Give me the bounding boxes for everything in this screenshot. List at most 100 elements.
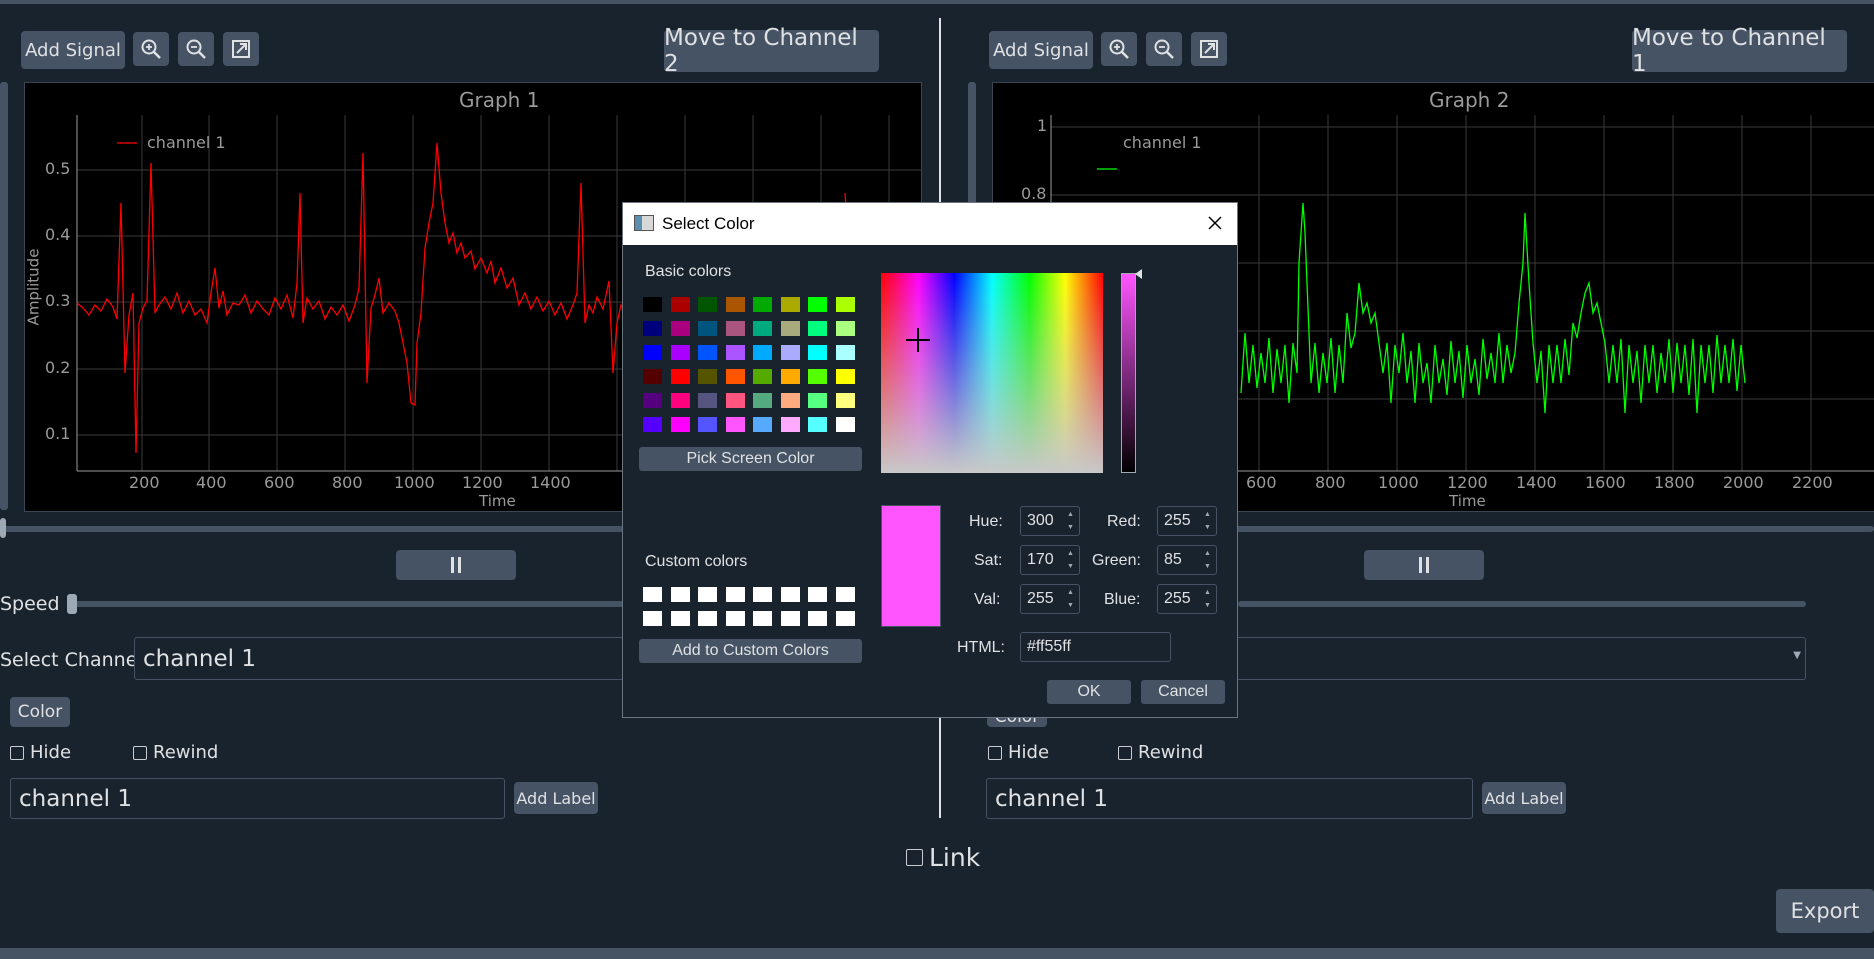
basic-color-swatch[interactable] <box>780 297 800 312</box>
basic-color-swatch[interactable] <box>670 345 690 360</box>
hide-checkbox-left[interactable]: Hide <box>10 742 71 763</box>
custom-color-swatch[interactable] <box>780 611 800 626</box>
val-spinbox[interactable]: 255 ▲ ▼ <box>1020 584 1080 614</box>
basic-color-swatch[interactable] <box>835 369 855 384</box>
basic-color-swatch[interactable] <box>725 345 745 360</box>
speed-slider-handle-left[interactable] <box>67 594 77 614</box>
spin-down-icon[interactable]: ▼ <box>1204 524 1214 532</box>
custom-color-swatch[interactable] <box>698 611 717 626</box>
spin-up-icon[interactable]: ▲ <box>1204 511 1214 519</box>
basic-color-swatch[interactable] <box>835 321 855 336</box>
select-channel-combo-left[interactable]: channel 1 <box>134 637 624 680</box>
hue-saturation-picker[interactable] <box>881 273 1103 473</box>
move-to-channel-1-button[interactable]: Move to Channel 1 <box>1632 25 1847 77</box>
speed-slider-left[interactable] <box>70 601 625 607</box>
basic-color-swatch[interactable] <box>808 345 827 360</box>
basic-color-swatch[interactable] <box>808 321 827 336</box>
red-spinbox[interactable]: 255 ▲ ▼ <box>1157 506 1217 536</box>
basic-color-swatch[interactable] <box>753 417 772 432</box>
label-input-right[interactable]: channel 1 <box>986 778 1473 819</box>
custom-color-swatch[interactable] <box>698 587 717 602</box>
basic-color-swatch[interactable] <box>725 321 745 336</box>
basic-color-swatch[interactable] <box>725 393 745 408</box>
bottom-scrollbar[interactable] <box>0 948 1874 959</box>
custom-color-swatch[interactable] <box>780 587 800 602</box>
zoom-in-icon-right[interactable] <box>1101 32 1137 66</box>
basic-color-swatch[interactable] <box>725 417 745 432</box>
rewind-checkbox-box-right[interactable] <box>1118 745 1132 760</box>
value-slider-arrow-icon[interactable] <box>1135 269 1142 279</box>
basic-color-swatch[interactable] <box>698 369 717 384</box>
value-slider[interactable] <box>1121 273 1136 473</box>
hue-spinbox[interactable]: 300 ▲ ▼ <box>1020 506 1080 536</box>
basic-color-swatch[interactable] <box>698 321 717 336</box>
basic-color-swatch[interactable] <box>643 297 662 312</box>
cancel-button[interactable]: Cancel <box>1141 680 1225 704</box>
basic-color-swatch[interactable] <box>643 345 662 360</box>
custom-color-swatch[interactable] <box>725 611 745 626</box>
basic-color-swatch[interactable] <box>753 393 772 408</box>
color-button-left[interactable]: Color <box>10 697 70 727</box>
basic-color-swatch[interactable] <box>808 369 827 384</box>
green-spinbox[interactable]: 85 ▲ ▼ <box>1157 545 1217 575</box>
pause-button-left[interactable] <box>396 550 516 580</box>
basic-color-swatch[interactable] <box>725 297 745 312</box>
custom-color-swatch[interactable] <box>753 611 772 626</box>
basic-color-swatch[interactable] <box>698 345 717 360</box>
basic-color-swatch[interactable] <box>780 393 800 408</box>
move-to-channel-2-button[interactable]: Move to Channel 2 <box>664 25 879 77</box>
custom-color-swatch[interactable] <box>835 587 855 602</box>
speed-slider-right[interactable] <box>1238 601 1806 607</box>
spin-up-icon[interactable]: ▲ <box>1204 550 1214 558</box>
select-channel-combo-right[interactable]: ▼ <box>1236 637 1806 680</box>
custom-color-swatch[interactable] <box>670 587 690 602</box>
add-to-custom-colors-button[interactable]: Add to Custom Colors <box>639 639 862 663</box>
basic-color-swatch[interactable] <box>835 393 855 408</box>
pause-button-right[interactable] <box>1364 550 1484 580</box>
spin-down-icon[interactable]: ▼ <box>1204 563 1214 571</box>
basic-color-swatch[interactable] <box>808 393 827 408</box>
rewind-checkbox-right[interactable]: Rewind <box>1118 742 1203 763</box>
basic-color-swatch[interactable] <box>670 417 690 432</box>
export-button[interactable]: Export <box>1776 889 1874 933</box>
basic-color-swatch[interactable] <box>808 417 827 432</box>
spin-down-icon[interactable]: ▼ <box>1067 602 1077 610</box>
custom-color-swatch[interactable] <box>643 611 662 626</box>
left-vertical-scrollbar[interactable] <box>0 82 8 510</box>
zoom-out-icon-right[interactable] <box>1146 32 1182 66</box>
rewind-checkbox-left[interactable]: Rewind <box>133 742 218 763</box>
basic-color-swatch[interactable] <box>643 417 662 432</box>
basic-color-swatch[interactable] <box>808 297 827 312</box>
link-checkbox-box[interactable] <box>906 849 923 866</box>
label-input-left[interactable]: channel 1 <box>10 778 505 819</box>
basic-color-swatch[interactable] <box>753 345 772 360</box>
spin-down-icon[interactable]: ▼ <box>1067 524 1077 532</box>
rewind-checkbox-box-left[interactable] <box>133 745 147 760</box>
basic-color-swatch[interactable] <box>725 369 745 384</box>
custom-color-swatch[interactable] <box>753 587 772 602</box>
zoom-in-icon-left[interactable] <box>133 32 169 66</box>
custom-color-swatch[interactable] <box>725 587 745 602</box>
basic-color-swatch[interactable] <box>698 297 717 312</box>
zoom-out-icon-left[interactable] <box>178 32 214 66</box>
add-label-button-left[interactable]: Add Label <box>514 782 598 814</box>
custom-color-swatch[interactable] <box>808 587 827 602</box>
hide-checkbox-right[interactable]: Hide <box>988 742 1049 763</box>
add-signal-button-left[interactable]: Add Signal <box>21 31 125 69</box>
add-label-button-right[interactable]: Add Label <box>1482 782 1566 814</box>
basic-color-swatch[interactable] <box>753 321 772 336</box>
spin-up-icon[interactable]: ▲ <box>1204 589 1214 597</box>
basic-color-swatch[interactable] <box>643 369 662 384</box>
add-signal-button-right[interactable]: Add Signal <box>989 31 1093 69</box>
custom-color-swatch[interactable] <box>670 611 690 626</box>
basic-color-swatch[interactable] <box>780 417 800 432</box>
basic-color-swatch[interactable] <box>670 369 690 384</box>
basic-color-swatch[interactable] <box>780 321 800 336</box>
spin-up-icon[interactable]: ▲ <box>1067 589 1077 597</box>
spin-down-icon[interactable]: ▼ <box>1204 602 1214 610</box>
close-icon[interactable] <box>1203 211 1227 235</box>
spin-up-icon[interactable]: ▲ <box>1067 550 1077 558</box>
basic-color-swatch[interactable] <box>643 393 662 408</box>
custom-color-swatch[interactable] <box>808 611 827 626</box>
fit-view-icon-right[interactable] <box>1191 32 1227 66</box>
